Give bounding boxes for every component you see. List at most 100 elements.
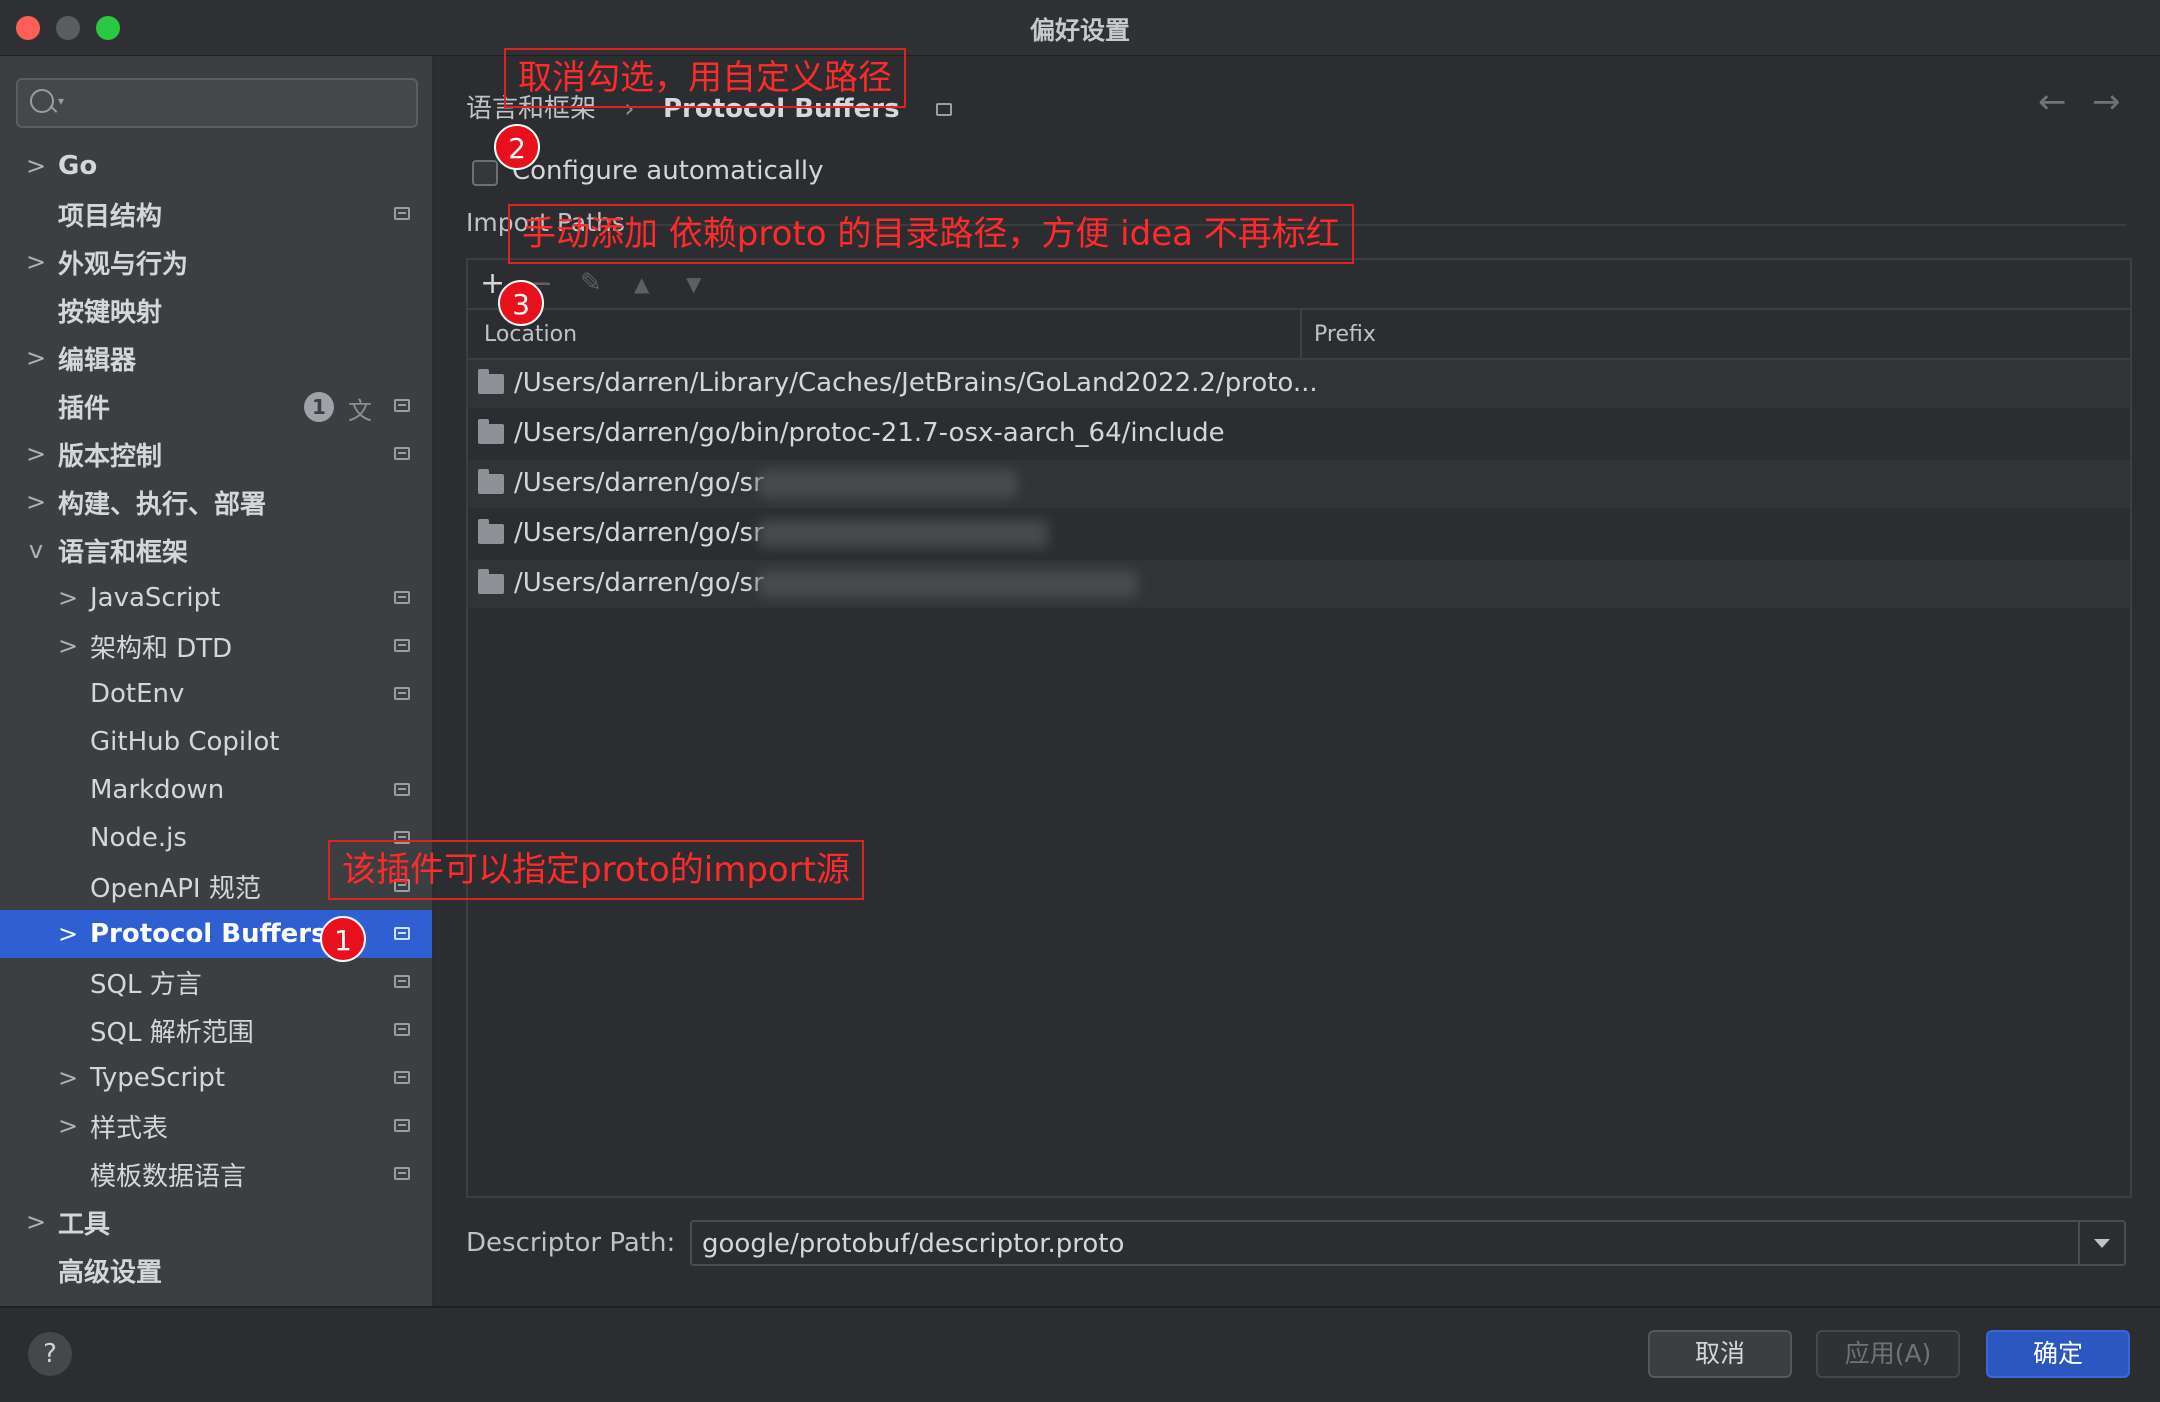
sidebar-item-sql-resolution[interactable]: SQL 解析范围 bbox=[0, 1006, 432, 1054]
sidebar-item-tools[interactable]: > 工具 bbox=[0, 1198, 432, 1246]
back-arrow-icon[interactable]: ← bbox=[2038, 82, 2067, 122]
sidebar-item-languages[interactable]: v 语言和框架 bbox=[0, 526, 432, 574]
configure-automatically-label[interactable]: Configure automatically bbox=[512, 156, 824, 186]
move-up-button[interactable]: ▲ bbox=[634, 272, 649, 296]
cancel-button[interactable]: 取消 bbox=[1648, 1330, 1792, 1378]
chevron-right-icon[interactable]: > bbox=[26, 488, 46, 516]
move-down-button[interactable]: ▼ bbox=[686, 272, 701, 296]
descriptor-path-combobox[interactable]: google/protobuf/descriptor.proto bbox=[690, 1220, 2126, 1266]
project-settings-icon bbox=[394, 1023, 410, 1036]
project-settings-icon bbox=[394, 399, 410, 412]
table-row[interactable]: /Users/darren/go/sr bbox=[468, 560, 2130, 608]
sidebar-item-project-structure[interactable]: 项目结构 bbox=[0, 190, 432, 238]
sidebar-item-appearance[interactable]: > 外观与行为 bbox=[0, 238, 432, 286]
sidebar-item-markdown[interactable]: Markdown bbox=[0, 766, 432, 814]
sidebar-item-label: 编辑器 bbox=[58, 345, 137, 376]
path-location: /Users/darren/Library/Caches/JetBrains/G… bbox=[514, 368, 1318, 398]
chevron-right-icon[interactable]: > bbox=[26, 344, 46, 372]
sidebar-item-typescript[interactable]: > TypeScript bbox=[0, 1054, 432, 1102]
sidebar-item-label: 构建、执行、部署 bbox=[58, 489, 267, 520]
sidebar-item-schemas-dtds[interactable]: > 架构和 DTD bbox=[0, 622, 432, 670]
apply-button[interactable]: 应用(A) bbox=[1816, 1330, 1960, 1378]
table-row[interactable]: /Users/darren/go/sr bbox=[468, 460, 2130, 508]
folder-icon bbox=[478, 419, 504, 444]
table-row[interactable]: /Users/darren/Library/Caches/JetBrains/G… bbox=[468, 360, 2130, 408]
sidebar-item-github-copilot[interactable]: GitHub Copilot bbox=[0, 718, 432, 766]
sidebar-item-build[interactable]: > 构建、执行、部署 bbox=[0, 478, 432, 526]
project-settings-icon bbox=[935, 103, 952, 116]
column-divider[interactable] bbox=[1300, 310, 1302, 358]
redacted-region bbox=[758, 570, 1138, 598]
chevron-right-icon[interactable]: > bbox=[26, 152, 46, 180]
folder-icon bbox=[478, 519, 504, 544]
table-row[interactable]: /Users/darren/go/sr bbox=[468, 510, 2130, 558]
table-row[interactable]: /Users/darren/go/bin/protoc-21.7-osx-aar… bbox=[468, 410, 2130, 458]
sidebar-item-label: JavaScript bbox=[90, 583, 221, 613]
path-location: /Users/darren/go/sr bbox=[514, 568, 764, 598]
sidebar-item-label: TypeScript bbox=[90, 1063, 226, 1093]
sidebar-item-label: SQL 方言 bbox=[90, 969, 202, 1000]
sidebar-item-label: 项目结构 bbox=[58, 201, 163, 232]
sidebar-item-label: 按键映射 bbox=[58, 297, 163, 328]
ok-button[interactable]: 确定 bbox=[1986, 1330, 2130, 1378]
sidebar-item-label: SQL 解析范围 bbox=[90, 1017, 254, 1048]
sidebar-item-advanced-settings[interactable]: 高级设置 bbox=[0, 1246, 432, 1294]
chevron-right-icon[interactable]: > bbox=[58, 632, 78, 660]
chevron-right-icon[interactable]: > bbox=[58, 584, 78, 612]
sidebar-item-editor[interactable]: > 编辑器 bbox=[0, 334, 432, 382]
sidebar-item-label: 模板数据语言 bbox=[90, 1161, 247, 1192]
path-location: /Users/darren/go/sr bbox=[514, 468, 764, 498]
column-header-location[interactable]: Location bbox=[484, 322, 577, 347]
edit-path-button[interactable]: ✎ bbox=[580, 268, 602, 298]
settings-search-input[interactable]: ▾ bbox=[16, 78, 418, 128]
project-settings-icon bbox=[394, 1119, 410, 1132]
sidebar-item-label: Go bbox=[58, 151, 98, 181]
chevron-right-icon[interactable]: > bbox=[26, 1208, 46, 1236]
table-header: Location Prefix bbox=[468, 310, 2130, 360]
dialog-footer: ? 取消 应用(A) 确定 bbox=[0, 1306, 2160, 1402]
path-location: /Users/darren/go/bin/protoc-21.7-osx-aar… bbox=[514, 418, 1225, 448]
sidebar-item-dotenv[interactable]: DotEnv bbox=[0, 670, 432, 718]
column-header-prefix[interactable]: Prefix bbox=[1314, 322, 1376, 347]
annotation-marker-3: 3 bbox=[498, 280, 544, 326]
sidebar-item-label: DotEnv bbox=[90, 679, 185, 709]
import-paths-panel: + − ✎ ▲ ▼ Location Prefix /Users/darren/… bbox=[466, 258, 2132, 1198]
sidebar-item-label: 语言和框架 bbox=[58, 537, 189, 568]
descriptor-path-value[interactable]: google/protobuf/descriptor.proto bbox=[702, 1229, 1124, 1259]
sidebar-item-label: 版本控制 bbox=[58, 441, 163, 472]
forward-arrow-icon[interactable]: → bbox=[2092, 82, 2121, 122]
sidebar-item-sql-dialects[interactable]: SQL 方言 bbox=[0, 958, 432, 1006]
chevron-down-icon[interactable]: v bbox=[26, 536, 46, 564]
sidebar-item-template-data-languages[interactable]: 模板数据语言 bbox=[0, 1150, 432, 1198]
chevron-right-icon[interactable]: > bbox=[58, 920, 78, 948]
redacted-region bbox=[758, 470, 1018, 498]
chevron-down-icon[interactable] bbox=[2078, 1222, 2124, 1264]
title-bar: 偏好设置 bbox=[0, 0, 2160, 56]
chevron-right-icon[interactable]: > bbox=[26, 440, 46, 468]
sidebar-item-label: 样式表 bbox=[90, 1113, 169, 1144]
help-button[interactable]: ? bbox=[28, 1332, 72, 1376]
project-settings-icon bbox=[394, 1167, 410, 1180]
chevron-right-icon[interactable]: > bbox=[58, 1112, 78, 1140]
sidebar-item-vcs[interactable]: > 版本控制 bbox=[0, 430, 432, 478]
sidebar-item-keymap[interactable]: 按键映射 bbox=[0, 286, 432, 334]
folder-icon bbox=[478, 569, 504, 594]
sidebar-item-label: 工具 bbox=[58, 1209, 111, 1240]
settings-sidebar: ▾ > Go 项目结构 > 外观与行为 按键映射 > 编辑器 插件 1 文 > … bbox=[0, 56, 434, 1306]
sidebar-item-stylesheets[interactable]: > 样式表 bbox=[0, 1102, 432, 1150]
configure-automatically-checkbox[interactable] bbox=[472, 160, 498, 186]
sidebar-item-plugins[interactable]: 插件 1 文 bbox=[0, 382, 432, 430]
chevron-right-icon[interactable]: > bbox=[26, 248, 46, 276]
chevron-right-icon[interactable]: > bbox=[58, 1064, 78, 1092]
sidebar-item-javascript[interactable]: > JavaScript bbox=[0, 574, 432, 622]
sidebar-item-label: 插件 bbox=[58, 393, 111, 424]
sidebar-item-label: GitHub Copilot bbox=[90, 727, 280, 757]
sidebar-item-go[interactable]: > Go bbox=[0, 142, 432, 190]
project-settings-icon bbox=[394, 1071, 410, 1084]
project-settings-icon bbox=[394, 207, 410, 220]
search-options-icon[interactable]: ▾ bbox=[58, 94, 64, 108]
project-settings-icon bbox=[394, 447, 410, 460]
search-icon bbox=[30, 89, 54, 113]
project-settings-icon bbox=[394, 687, 410, 700]
sidebar-item-protocol-buffers[interactable]: > Protocol Buffers bbox=[0, 910, 432, 958]
